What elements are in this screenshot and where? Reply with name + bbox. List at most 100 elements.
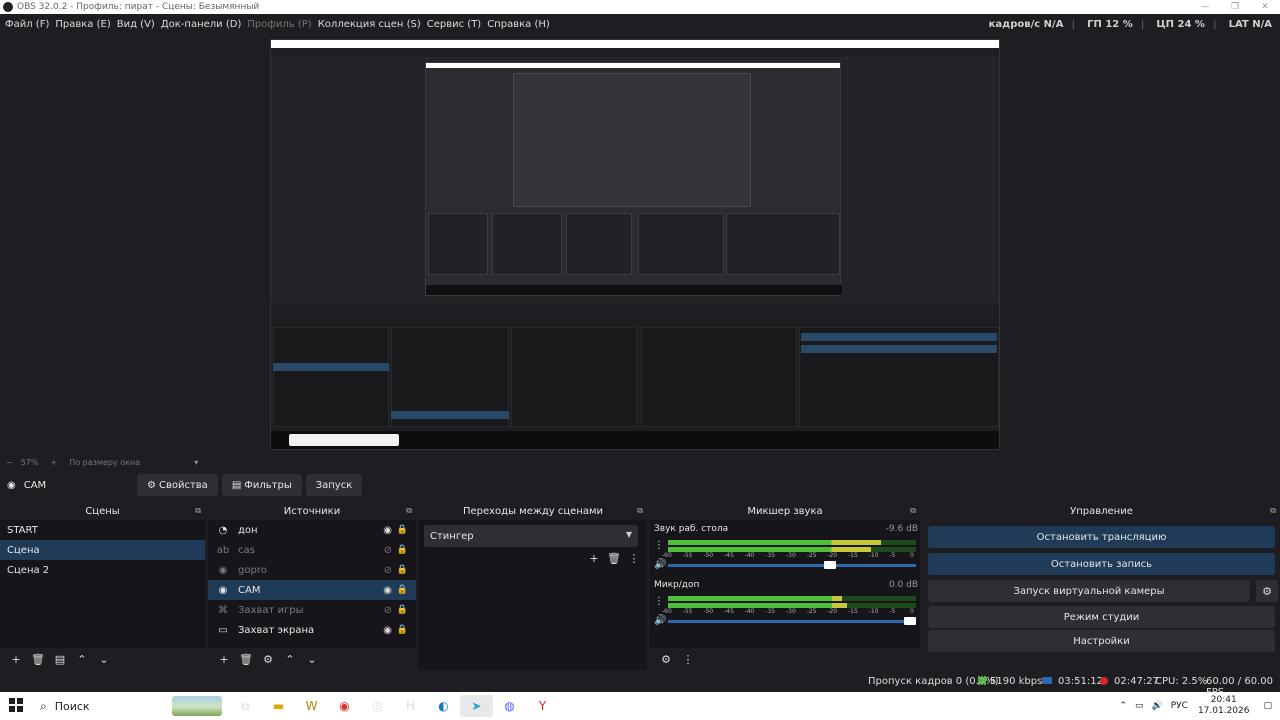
scenes-footer: + 🗑 ▤ ⌃ ⌄ <box>0 648 205 670</box>
studio-mode-button[interactable]: Режим студии <box>928 606 1275 628</box>
discord-icon[interactable]: ◍ <box>493 695 526 717</box>
yandex-browser-icon[interactable]: Y <box>526 695 559 717</box>
source-item[interactable]: ◔ дон ◉ 🔒 <box>208 520 416 540</box>
menu-file[interactable]: Файл (F) <box>2 19 52 30</box>
remove-transition-icon[interactable]: 🗑 <box>604 552 624 570</box>
speaker-icon[interactable]: 🔊 <box>654 559 666 570</box>
chevron-down-icon[interactable]: ▾ <box>194 458 198 467</box>
undock-icon[interactable]: ⧉ <box>910 506 916 516</box>
launch-button[interactable]: Запуск <box>305 474 363 496</box>
explorer-icon[interactable]: ▬ <box>262 695 295 717</box>
chrome-icon[interactable]: ◉ <box>328 695 361 717</box>
level-meter <box>668 596 916 601</box>
properties-button[interactable]: ⚙ Свойства <box>137 474 218 496</box>
zoom-out-button[interactable]: − <box>6 458 13 467</box>
add-transition-icon[interactable]: + <box>584 552 604 570</box>
remove-source-icon[interactable]: 🗑 <box>235 653 257 666</box>
lock-icon[interactable]: 🔒 <box>397 605 408 615</box>
meter-tick-label: -35 <box>765 608 776 615</box>
eye-hidden-icon[interactable]: ⊘ <box>384 605 392 616</box>
lock-icon[interactable]: 🔒 <box>397 625 408 635</box>
source-item[interactable]: ab cas ⊘ 🔒 <box>208 540 416 560</box>
menu-tools[interactable]: Сервис (T) <box>424 19 484 30</box>
menu-scene-collection[interactable]: Коллекция сцен (S) <box>315 19 424 30</box>
task-view-icon[interactable]: ⧉ <box>229 695 262 717</box>
remove-scene-icon[interactable]: 🗑 <box>27 653 49 666</box>
source-item[interactable]: ▭ Захват экрана ◉ 🔒 <box>208 620 416 640</box>
clock[interactable]: 20:41 17.01.2026 <box>1198 695 1250 717</box>
move-up-icon[interactable]: ⌃ <box>71 653 93 666</box>
zoom-mode-select[interactable]: По размеру окна <box>69 458 194 467</box>
source-item[interactable]: ⌘ Захват игры ⊘ 🔒 <box>208 600 416 620</box>
edge-icon[interactable]: ◐ <box>427 695 460 717</box>
lock-icon[interactable]: 🔒 <box>397 585 408 595</box>
volume-slider[interactable] <box>668 617 916 625</box>
source-item[interactable]: ◉ CAM ◉ 🔒 <box>208 580 416 600</box>
undock-icon[interactable]: ⧉ <box>1270 506 1276 516</box>
notifications-icon[interactable]: ▢ <box>1263 701 1272 711</box>
windows-start-icon[interactable] <box>9 698 23 712</box>
channel-menu-icon[interactable]: ⋮ <box>654 540 664 551</box>
app-h-icon[interactable]: H <box>394 695 427 717</box>
zoom-in-button[interactable]: + <box>50 458 57 467</box>
lock-icon[interactable]: 🔒 <box>397 525 408 535</box>
scene-item[interactable]: Сцена <box>0 540 205 560</box>
meter-tick-label: -10 <box>868 552 879 559</box>
scene-item[interactable]: Сцена 2 <box>0 560 205 580</box>
undock-icon[interactable]: ⧉ <box>195 506 201 516</box>
settings-button[interactable]: Настройки <box>928 630 1275 652</box>
obs-icon[interactable]: ◎ <box>361 695 394 717</box>
volume-knob[interactable] <box>823 561 836 569</box>
move-up-icon[interactable]: ⌃ <box>279 653 301 666</box>
menu-view[interactable]: Вид (V) <box>114 19 158 30</box>
scene-filters-icon[interactable]: ▤ <box>49 653 71 666</box>
menu-help[interactable]: Справка (H) <box>484 19 553 30</box>
preview-canvas[interactable] <box>270 39 1000 450</box>
channel-menu-icon[interactable]: ⋮ <box>654 596 664 607</box>
language-indicator[interactable]: РУС <box>1171 701 1188 711</box>
menu-docks[interactable]: Док-панели (D) <box>158 19 245 30</box>
mixer-settings-icon[interactable]: ⚙ <box>655 653 677 666</box>
volume-slider[interactable] <box>668 561 916 569</box>
source-properties-icon[interactable]: ⚙ <box>257 653 279 666</box>
more-options-icon[interactable]: ⋮ <box>624 552 644 570</box>
add-source-icon[interactable]: + <box>213 653 235 666</box>
telegram-icon[interactable]: ➤ <box>460 695 493 717</box>
close-icon[interactable]: ✕ <box>1250 0 1280 14</box>
eye-icon[interactable]: ◉ <box>383 525 392 536</box>
eye-hidden-icon[interactable]: ⊘ <box>384 545 392 556</box>
transitions-dock-title: Переходы между сценами <box>462 505 604 517</box>
virtual-camera-button[interactable]: Запуск виртуальной камеры <box>928 580 1250 602</box>
add-scene-icon[interactable]: + <box>5 653 27 666</box>
network-icon[interactable]: ▭ <box>1135 701 1144 711</box>
word-icon[interactable]: W <box>295 695 328 717</box>
eye-icon[interactable]: ◉ <box>383 625 392 636</box>
volume-knob[interactable] <box>904 617 916 625</box>
speaker-icon[interactable]: 🔊 <box>654 615 666 626</box>
taskbar-search[interactable]: ⌕ Поиск <box>34 695 224 717</box>
gear-icon[interactable]: ⚙ <box>1256 580 1278 602</box>
lock-icon[interactable]: 🔒 <box>397 565 408 575</box>
menu-edit[interactable]: Правка (E) <box>52 19 113 30</box>
volume-icon[interactable]: 🔊 <box>1152 701 1163 711</box>
lock-icon[interactable]: 🔒 <box>397 545 408 555</box>
transition-select[interactable]: Стингер ▼ <box>424 525 638 547</box>
scene-item[interactable]: START <box>0 520 205 540</box>
preview-area[interactable] <box>0 34 1280 454</box>
move-down-icon[interactable]: ⌄ <box>301 653 323 666</box>
chevron-up-icon[interactable]: ⌃ <box>1119 701 1127 711</box>
controls-dock-title: Управление <box>1070 505 1133 517</box>
eye-hidden-icon[interactable]: ⊘ <box>384 565 392 576</box>
minimize-icon[interactable]: — <box>1190 0 1220 14</box>
stop-stream-button[interactable]: Остановить трансляцию <box>928 526 1275 548</box>
undock-icon[interactable]: ⧉ <box>406 506 412 516</box>
restore-icon[interactable]: ❐ <box>1220 0 1250 14</box>
undock-icon[interactable]: ⧉ <box>637 506 643 516</box>
filters-button[interactable]: ▤ Фильтры <box>221 474 302 496</box>
source-item[interactable]: ◉ gopro ⊘ 🔒 <box>208 560 416 580</box>
move-down-icon[interactable]: ⌄ <box>93 653 115 666</box>
more-options-icon[interactable]: ⋮ <box>677 653 699 666</box>
window-controls: — ❐ ✕ <box>1190 0 1280 14</box>
eye-icon[interactable]: ◉ <box>383 585 392 596</box>
stop-record-button[interactable]: Остановить запись <box>928 553 1275 575</box>
